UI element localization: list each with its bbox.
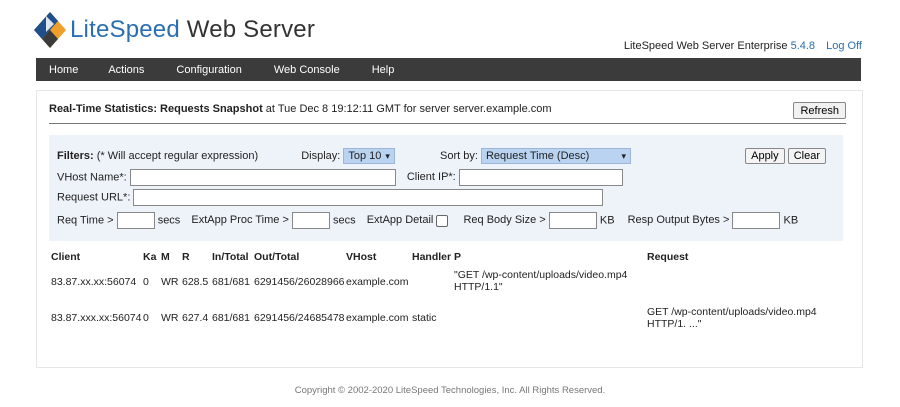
filters-note: (* Will accept regular expression) <box>96 149 259 162</box>
secs-unit: secs <box>157 214 181 227</box>
table-row: 83.87.xxx.xx:56074 0 WR 627.4 681/681 62… <box>51 302 837 338</box>
logoff-link[interactable]: Log Off <box>826 40 862 52</box>
req-body-size-input[interactable] <box>548 212 597 229</box>
cell-client: 83.87.xx.xx:56074 <box>51 276 137 288</box>
resp-output-input[interactable] <box>732 212 781 229</box>
apply-button[interactable]: Apply <box>745 148 785 164</box>
chevron-down-icon: ▾ <box>385 151 390 161</box>
col-out-total: Out/Total <box>254 251 300 263</box>
col-handler: Handler <box>412 251 452 263</box>
requests-snapshot-panel: Real-Time Statistics: Requests Snapshot … <box>36 90 863 368</box>
nav-web-console[interactable]: Web Console <box>262 64 352 76</box>
cell-p <box>454 302 647 338</box>
page-title: Real-Time Statistics: Requests Snapshot … <box>49 103 552 115</box>
cell-request: GET /wp-content/uploads/video.mp4 HTTP/1.… <box>647 306 817 330</box>
requests-table: Client Ka M R In/Total Out/Total VHost H… <box>51 251 837 338</box>
extapp-detail-label: ExtApp Detail <box>366 214 434 227</box>
vhost-label: VHost Name*: <box>57 171 127 184</box>
cell-client: 83.87.xxx.xx:56074 <box>51 312 142 324</box>
col-in-total: In/Total <box>212 251 249 263</box>
main-nav: Home Actions Configuration Web Console H… <box>36 58 861 81</box>
display-select[interactable]: Top 10 ▾ <box>343 148 395 164</box>
nav-home[interactable]: Home <box>36 64 90 76</box>
secs-unit: secs <box>333 214 356 227</box>
col-r: R <box>182 251 190 263</box>
nav-configuration[interactable]: Configuration <box>164 64 253 76</box>
extapp-detail-checkbox[interactable] <box>436 214 449 227</box>
product-name: LiteSpeed Web Server Enterprise <box>623 40 788 52</box>
cell-ka: 0 <box>143 312 149 324</box>
display-label: Display: <box>301 149 341 162</box>
client-ip-input[interactable] <box>458 169 623 186</box>
col-p: P <box>454 251 462 263</box>
cell-in-total: 681/681 <box>212 312 250 324</box>
req-body-size-label: Req Body Size > <box>463 214 546 227</box>
product-info: LiteSpeed Web Server Enterprise 5.4.8 Lo… <box>624 40 862 52</box>
col-ka: Ka <box>143 251 157 263</box>
clear-button[interactable]: Clear <box>787 148 826 164</box>
request-url-input[interactable] <box>133 189 604 206</box>
nav-actions[interactable]: Actions <box>96 64 156 76</box>
product-version: 5.4.8 <box>790 40 816 52</box>
request-url-label: Request URL*: <box>57 191 131 204</box>
kb-unit: KB <box>783 214 799 227</box>
filters-row-4: Req Time > secs ExtApp Proc Time > secs … <box>57 212 798 229</box>
cell-handler <box>412 269 454 302</box>
filters-box: Filters: (* Will accept regular expressi… <box>49 135 843 241</box>
cell-r: 628.5 <box>182 276 209 288</box>
brand-logo: LiteSpeed Web Server <box>34 12 315 48</box>
litespeed-logo-icon <box>34 12 66 48</box>
cell-m: WR <box>161 312 179 324</box>
col-m: M <box>161 251 170 263</box>
vhost-input[interactable] <box>129 169 396 186</box>
table-row: 83.87.xx.xx:56074 0 WR 628.5 681/681 629… <box>51 269 837 302</box>
req-time-input[interactable] <box>116 212 155 229</box>
table-header-row: Client Ka M R In/Total Out/Total VHost H… <box>51 251 837 269</box>
filters-label: Filters: <box>57 149 94 162</box>
divider <box>49 123 846 124</box>
col-client: Client <box>51 251 81 263</box>
cell-m: WR <box>161 276 179 288</box>
cell-ka: 0 <box>143 276 149 288</box>
filters-row-1: Filters: (* Will accept regular expressi… <box>57 148 631 164</box>
brand-name: LiteSpeed Web Server <box>70 16 316 43</box>
col-vhost: VHost <box>346 251 377 263</box>
client-ip-label: Client IP*: <box>406 171 456 184</box>
resp-output-label: Resp Output Bytes > <box>627 214 730 227</box>
cell-r: 627.4 <box>182 312 209 324</box>
cell-vhost: example.com <box>346 276 409 288</box>
cell-vhost: example.com <box>346 312 409 324</box>
req-time-label: Req Time > <box>57 214 114 227</box>
cell-in-total: 681/681 <box>212 276 250 288</box>
refresh-button[interactable]: Refresh <box>793 102 846 119</box>
extapp-proc-label: ExtApp Proc Time > <box>191 214 289 227</box>
chevron-down-icon: ▾ <box>621 151 626 161</box>
footer-copyright: Copyright © 2002-2020 LiteSpeed Technolo… <box>294 385 606 396</box>
filter-actions: Apply Clear <box>745 148 826 164</box>
cell-out-total: 6291456/24685478 <box>254 312 345 324</box>
filters-row-3: Request URL*: <box>57 189 604 206</box>
cell-p: "GET /wp-content/uploads/video.mp4 HTTP/1… <box>454 269 628 293</box>
cell-request <box>647 269 837 302</box>
col-request: Request <box>647 251 689 263</box>
sort-label: Sort by: <box>440 149 478 162</box>
cell-out-total: 6291456/26028966 <box>254 276 345 288</box>
filters-row-2: VHost Name*: Client IP*: <box>57 169 623 186</box>
cell-handler: static <box>412 312 437 324</box>
sort-select[interactable]: Request Time (Desc) ▾ <box>480 148 631 164</box>
nav-help[interactable]: Help <box>360 64 407 76</box>
extapp-proc-input[interactable] <box>291 212 330 229</box>
kb-unit: KB <box>599 214 615 227</box>
